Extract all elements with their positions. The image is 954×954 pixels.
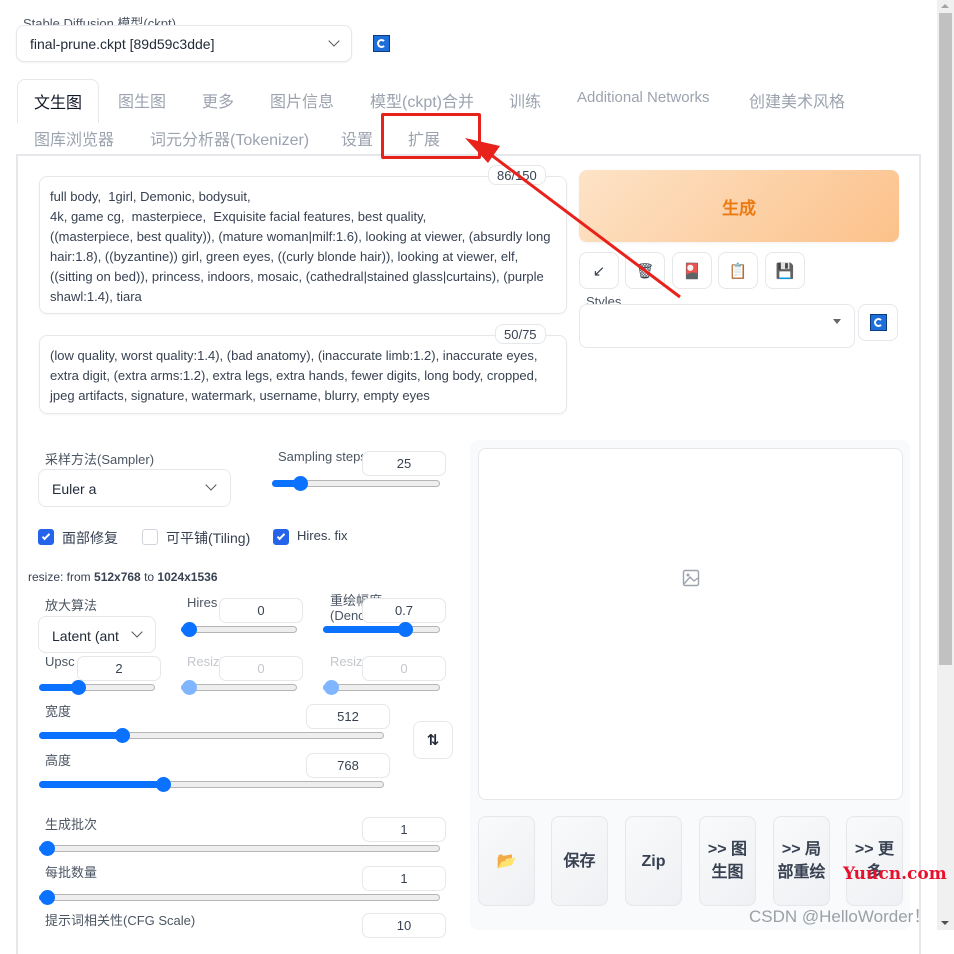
watermark-site: Yuucn.com bbox=[843, 864, 947, 884]
annotation-arrow-icon bbox=[465, 138, 681, 299]
watermark-csdn: CSDN @HelloWorder！ bbox=[749, 907, 931, 926]
